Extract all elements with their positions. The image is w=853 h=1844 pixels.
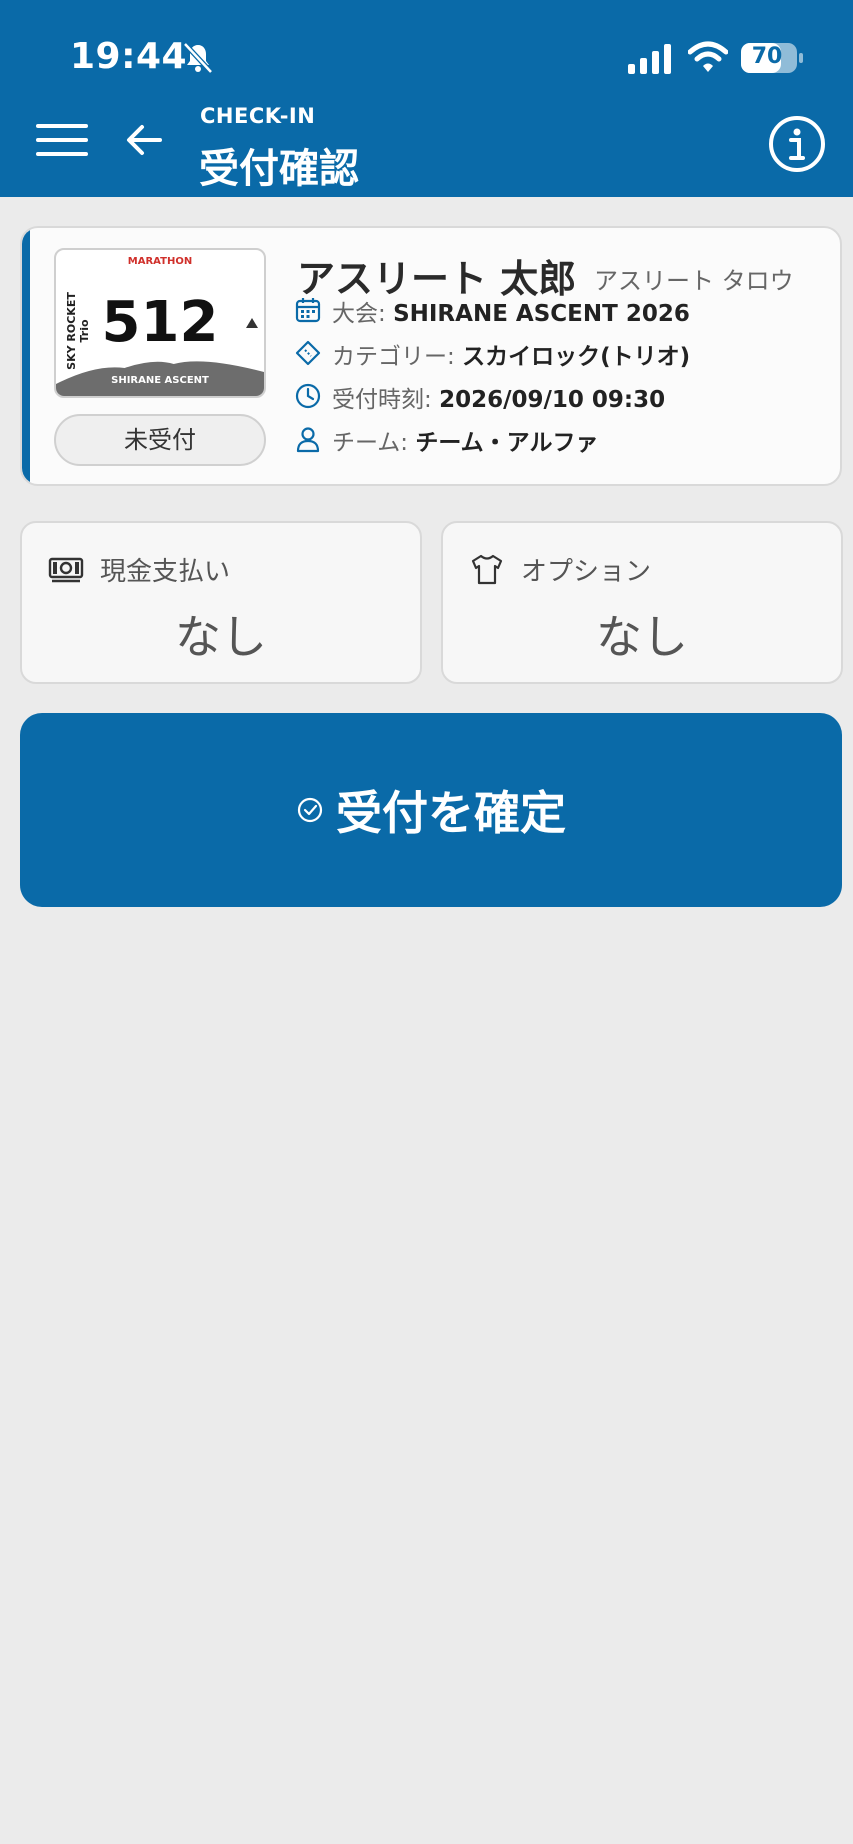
info-icon[interactable]: [768, 115, 826, 173]
bib-number: 512: [101, 290, 219, 355]
bib-brand: MARATHON: [127, 256, 193, 267]
detail-team-label: チーム:: [332, 430, 416, 456]
athlete-card: MARATHON SKY ROCKET Trio 512 SHIRANE ASC…: [20, 226, 842, 486]
detail-category-label: カテゴリー:: [332, 344, 463, 370]
status-time: 19:44: [70, 36, 188, 77]
race-bib: MARATHON SKY ROCKET Trio 512 SHIRANE ASC…: [54, 248, 266, 398]
detail-time-label: 受付時刻:: [332, 387, 440, 413]
cash-icon: [48, 557, 84, 583]
option-tile: オプション なし: [441, 521, 843, 684]
detail-event-value: SHIRANE ASCENT 2026: [393, 301, 690, 327]
battery-level: 70: [751, 44, 783, 69]
athlete-name-kana: アスリート タロウ: [594, 267, 794, 295]
detail-category-value: スカイロック(トリオ): [462, 344, 691, 370]
ticket-icon: [295, 340, 321, 366]
wifi-icon: [688, 41, 728, 72]
tshirt-icon: [471, 554, 503, 585]
clock-icon: [295, 383, 321, 409]
page-subtitle: CHECK-IN: [200, 104, 316, 128]
cash-payment-label: 現金支払い: [100, 557, 231, 587]
option-value: なし: [596, 610, 688, 664]
back-arrow-icon[interactable]: [122, 118, 166, 162]
bib-event: SHIRANE ASCENT: [111, 375, 209, 386]
status-badge: 未受付: [54, 414, 266, 466]
bell-slash-icon: [183, 42, 213, 74]
battery-icon: 70: [741, 43, 803, 73]
page-title: 受付確認: [199, 146, 359, 192]
cash-payment-value: なし: [175, 610, 267, 664]
cash-payment-tile: 現金支払い なし: [20, 521, 422, 684]
detail-time-value: 2026/09/10 09:30: [439, 387, 666, 413]
bib-arrow-icon: [246, 318, 258, 328]
option-label: オプション: [521, 557, 652, 587]
person-icon: [296, 427, 320, 453]
card-accent: [22, 228, 30, 484]
status-bar: 19:44 70: [0, 0, 853, 105]
detail-team-value: チーム・アルファ: [415, 430, 599, 456]
app-bar: 19:44 70 CHECK-IN 受付確認: [0, 0, 853, 197]
signal-icon: [628, 44, 671, 74]
confirm-checkin-button[interactable]: 受付を確定: [20, 713, 842, 907]
menu-icon[interactable]: [36, 120, 88, 160]
detail-event-label: 大会:: [332, 301, 394, 327]
calendar-icon: [295, 298, 321, 323]
check-circle-icon: [297, 797, 323, 823]
confirm-checkin-label: 受付を確定: [336, 786, 566, 840]
